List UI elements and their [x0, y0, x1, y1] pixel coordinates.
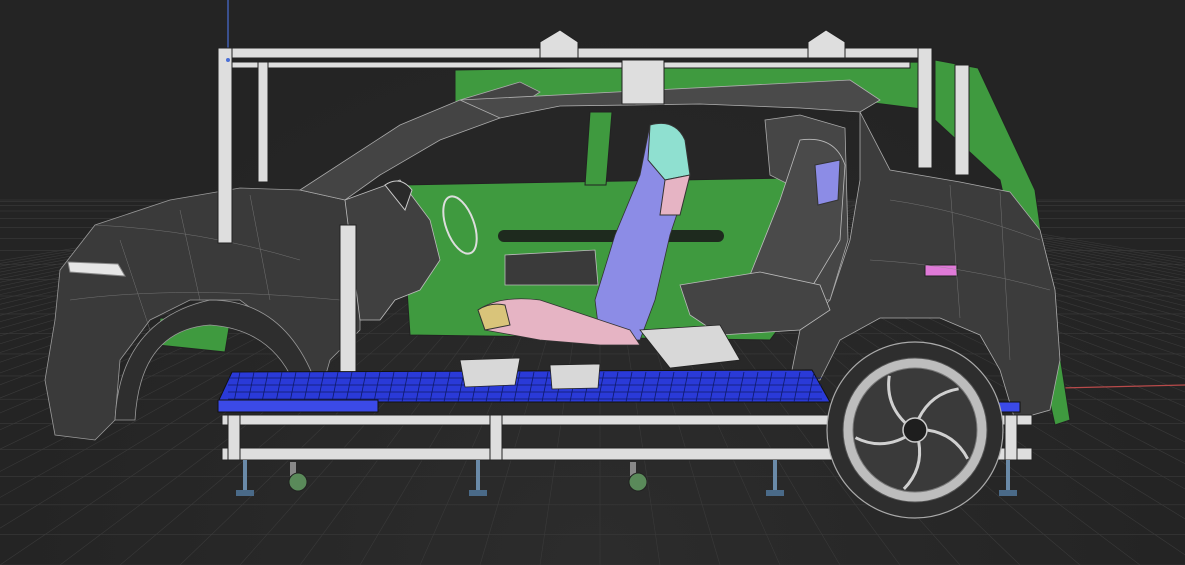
cad-scene[interactable]	[0, 0, 1185, 565]
leveling-foot-icon	[469, 460, 487, 496]
x-axis-line	[1059, 384, 1185, 389]
origin-axis-icon	[226, 58, 230, 62]
leveling-foot-icon	[999, 460, 1017, 496]
caster-wheel-icon	[628, 462, 648, 492]
rear-label-tag[interactable]	[924, 264, 958, 277]
rear-wheel[interactable]	[826, 341, 1004, 519]
3d-viewport[interactable]	[0, 0, 1185, 565]
leveling-foot-icon	[236, 460, 254, 496]
caster-wheel-icon	[288, 462, 308, 492]
